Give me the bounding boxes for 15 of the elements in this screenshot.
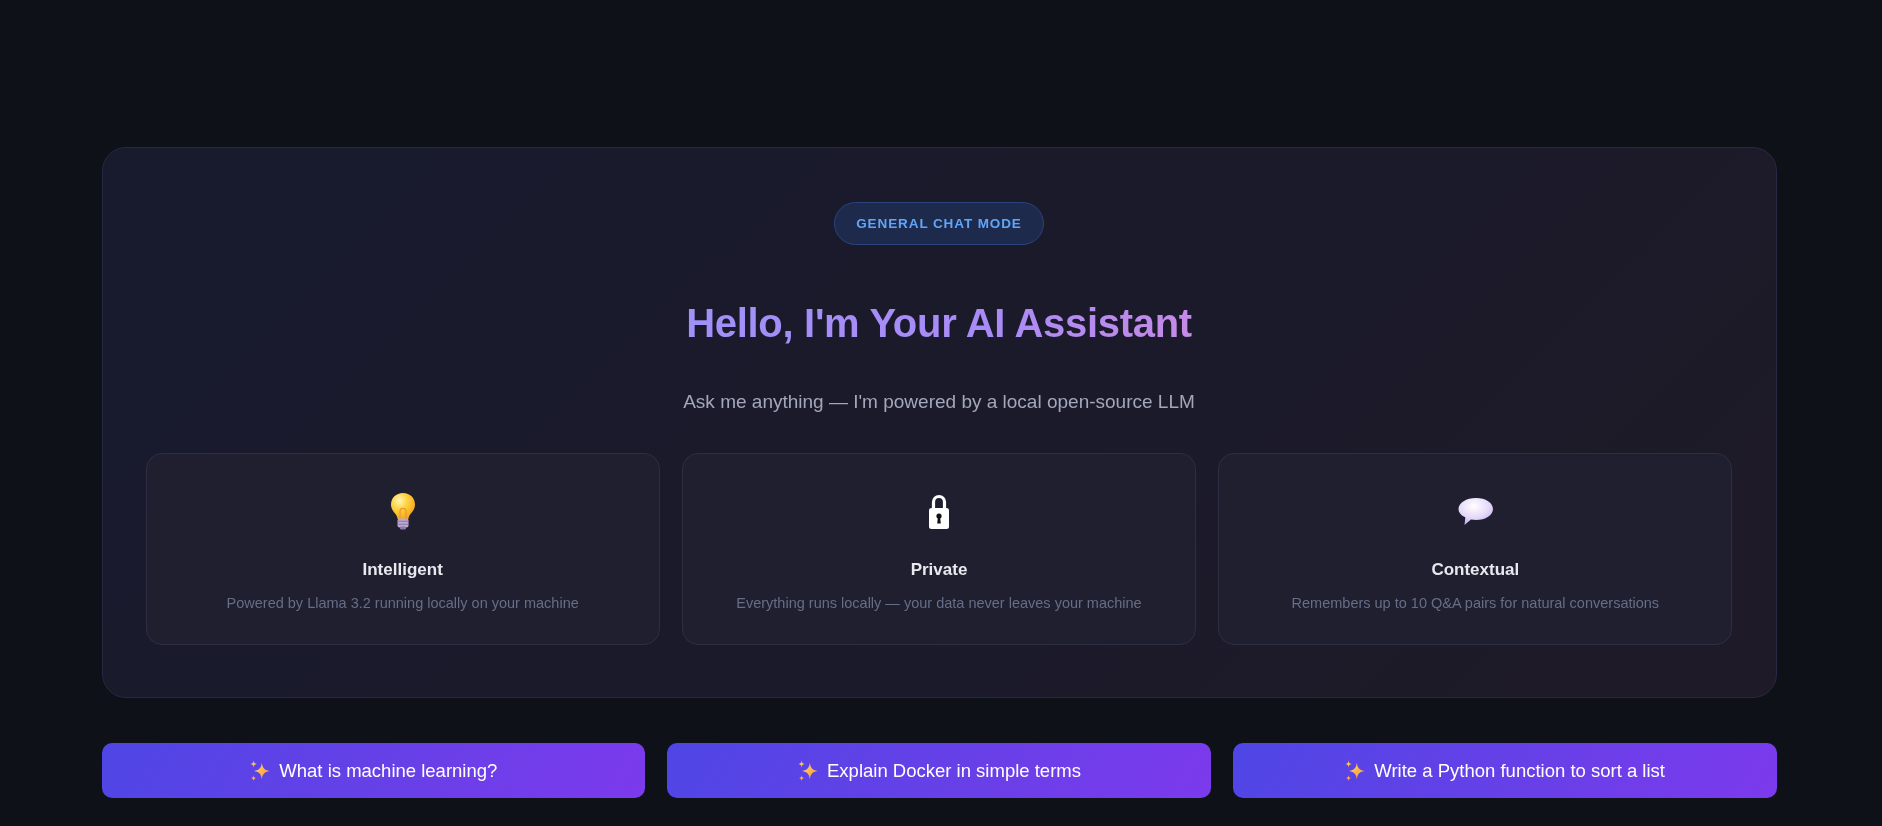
hero-subtitle: Ask me anything — I'm powered by a local open-source LLM: [683, 390, 1195, 414]
speech-bubble-icon: [1456, 496, 1494, 526]
suggestion-button[interactable]: Explain Docker in simple terms: [667, 743, 1211, 798]
lightbulb-icon: [389, 492, 416, 530]
feature-title: Intelligent: [362, 559, 443, 581]
mode-badge: GENERAL CHAT MODE: [834, 202, 1044, 245]
feature-description: Powered by Llama 3.2 running locally on your machine: [226, 594, 579, 613]
feature-title: Private: [910, 559, 968, 581]
sparkle-icon: [797, 759, 819, 782]
feature-description: Remembers up to 10 Q&A pairs for natural conversations: [1291, 594, 1660, 613]
feature-title: Contextual: [1431, 559, 1520, 581]
feature-description: Everything runs locally — your data never leaves your machine: [736, 594, 1142, 613]
suggestion-button[interactable]: Write a Python function to sort a list: [1232, 743, 1777, 798]
padlock-icon: [928, 492, 950, 530]
suggestion-button[interactable]: What is machine learning?: [101, 743, 646, 798]
